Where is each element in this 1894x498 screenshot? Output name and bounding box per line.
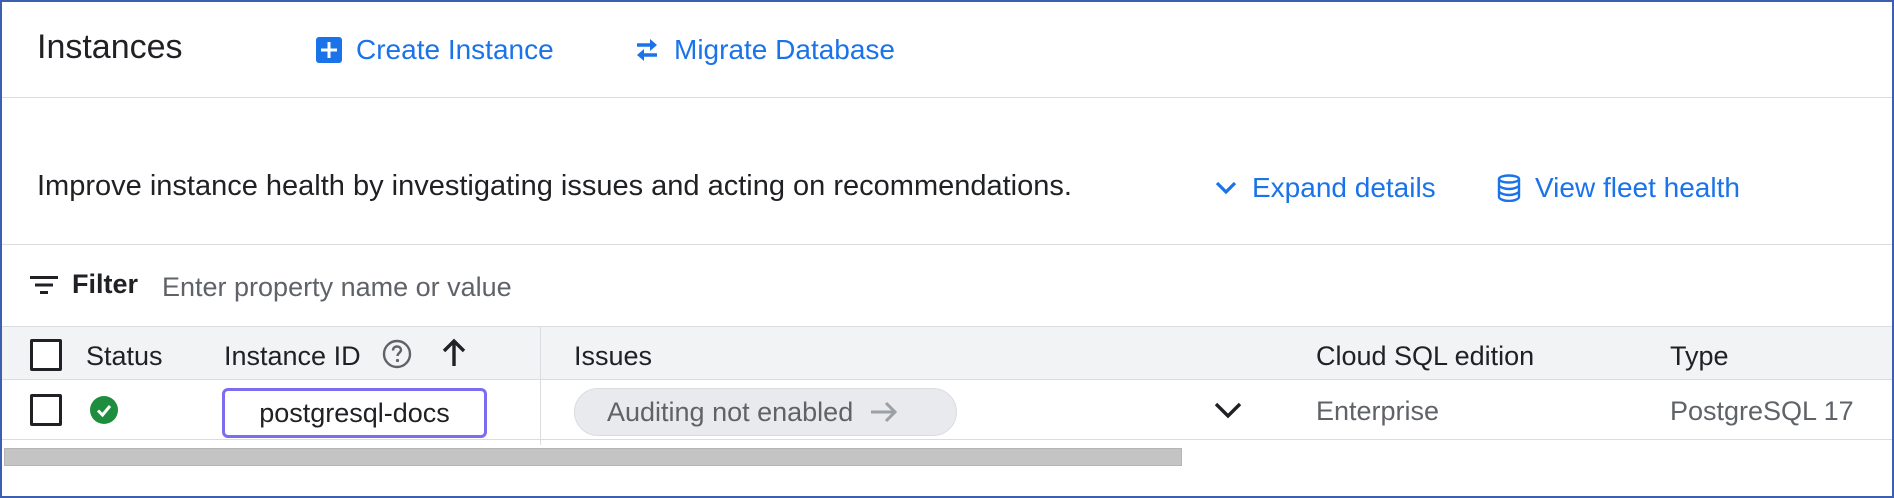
help-circle-icon[interactable]: [382, 339, 412, 374]
select-all-checkbox[interactable]: [30, 339, 62, 371]
horizontal-scrollbar-thumb[interactable]: [4, 448, 1182, 466]
view-fleet-health-link[interactable]: View fleet health: [1495, 170, 1740, 206]
edition-cell: Enterprise: [1316, 396, 1440, 426]
expand-details-label: Expand details: [1252, 172, 1436, 203]
migrate-database-label: Migrate Database: [674, 34, 896, 65]
column-cloud-sql-edition[interactable]: Cloud SQL edition: [1316, 341, 1534, 372]
table-header: Status Instance ID Issues Cloud SQL edit…: [2, 327, 1892, 380]
database-icon: [1495, 174, 1523, 202]
add-box-icon: [314, 35, 344, 65]
column-issues[interactable]: Issues: [574, 341, 652, 372]
health-banner: Improve instance health by investigating…: [2, 98, 1892, 245]
page-header: Instances Create Instance Migrate Databa…: [2, 2, 1892, 98]
filter-button[interactable]: Filter: [30, 269, 138, 300]
migrate-database-button[interactable]: Migrate Database: [632, 30, 895, 70]
issue-chip[interactable]: Auditing not enabled: [574, 388, 957, 436]
arrow-right-icon: [869, 400, 899, 424]
filter-lines-icon: [30, 270, 60, 300]
create-instance-label: Create Instance: [356, 34, 554, 65]
health-message: Improve instance health by investigating…: [37, 170, 1072, 202]
expand-details-link[interactable]: Expand details: [1212, 170, 1436, 206]
arrow-up-icon[interactable]: [439, 337, 469, 374]
chevron-down-icon: [1212, 174, 1240, 202]
instances-page: Instances Create Instance Migrate Databa…: [0, 0, 1894, 498]
row-select-checkbox[interactable]: [30, 394, 62, 426]
chevron-down-icon: [1212, 398, 1244, 427]
column-status[interactable]: Status: [86, 341, 163, 372]
create-instance-button[interactable]: Create Instance: [314, 30, 554, 70]
view-fleet-health-label: View fleet health: [1535, 172, 1740, 203]
column-type[interactable]: Type: [1670, 341, 1729, 372]
filter-bar: Filter: [2, 245, 1892, 327]
column-instance-id[interactable]: Instance ID: [224, 341, 361, 372]
check-circle-icon: [90, 396, 118, 424]
table-row: postgresql-docs Auditing not enabled Ent…: [2, 380, 1892, 440]
type-cell: PostgreSQL 17: [1670, 396, 1854, 426]
issue-label: Auditing not enabled: [607, 396, 854, 427]
filter-label: Filter: [72, 269, 139, 299]
instance-id-link[interactable]: postgresql-docs: [222, 388, 487, 438]
swap-arrows-icon: [632, 35, 662, 65]
page-title: Instances: [37, 28, 183, 66]
filter-input[interactable]: [162, 265, 862, 309]
row-expand-button[interactable]: [1210, 394, 1246, 430]
